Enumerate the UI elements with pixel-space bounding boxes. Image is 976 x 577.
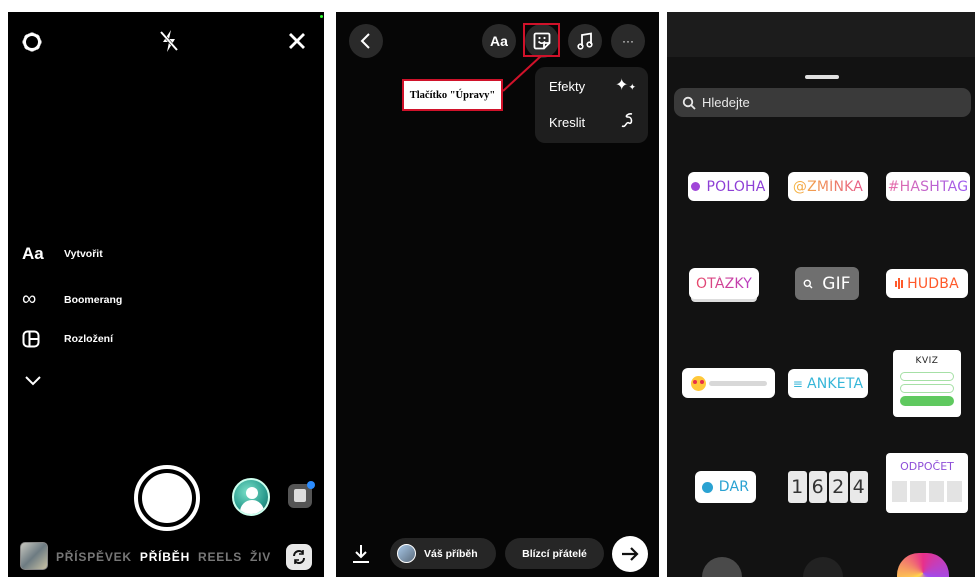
chevron-down-icon[interactable]	[24, 374, 42, 388]
next-button[interactable]	[612, 536, 648, 572]
sticker-hashtag[interactable]: #HASHTAG	[886, 172, 970, 201]
time-digit: 1	[788, 471, 807, 503]
menu-item-draw[interactable]: Kreslit	[549, 115, 585, 130]
text-aa-icon: Aa	[22, 244, 44, 263]
gallery-icon[interactable]	[288, 481, 315, 508]
shutter-button[interactable]	[134, 465, 200, 531]
sticker-mention[interactable]: @ZMÍNKA	[788, 172, 868, 201]
countdown-boxes	[892, 481, 962, 502]
annotation-label: Tlačítko "Úpravy"	[402, 79, 503, 111]
sticker-gif[interactable]: GIF	[795, 267, 859, 300]
sticker-label: ANKETA	[806, 375, 864, 392]
sticker-label: #HASHTAG	[887, 178, 969, 195]
sticker-questions[interactable]: OTÁZKY	[689, 268, 759, 299]
time-digit: 4	[849, 471, 868, 503]
sticker-label: POLOHA	[706, 178, 766, 195]
time-digit: 6	[808, 471, 827, 503]
camera-screen: Aa Vytvořit ∞ Boomerang Rozložení PŘÍSPĚ…	[8, 12, 324, 577]
close-icon[interactable]	[286, 30, 308, 52]
search-icon	[682, 96, 696, 110]
side-item-label: Boomerang	[64, 293, 123, 306]
sticker-label: OTÁZKY	[695, 275, 753, 292]
squiggle-icon	[620, 111, 636, 134]
sticker-poll[interactable]: ≡ ANKETA	[788, 369, 868, 398]
avatar[interactable]	[232, 478, 270, 516]
sticker-location[interactable]: POLOHA	[688, 172, 769, 201]
flip-camera-icon[interactable]	[286, 544, 312, 570]
side-item-label: Rozložení	[64, 333, 113, 345]
side-item-create[interactable]: Aa Vytvořit	[22, 244, 103, 264]
sticker-emoji-slider[interactable]	[682, 368, 775, 398]
profile-thumb	[397, 544, 416, 563]
quiz-option	[900, 384, 954, 393]
mode-live[interactable]: ŽIV	[250, 550, 271, 564]
download-icon[interactable]	[350, 542, 372, 566]
sticker-label: GIF	[822, 273, 851, 294]
sticker-camera-partial[interactable]	[702, 557, 742, 577]
sticker-music[interactable]: HUDBA	[886, 269, 968, 298]
sticker-label: KVIZ	[915, 356, 939, 366]
location-pin-icon	[691, 182, 701, 191]
sticker-photo-partial[interactable]	[803, 557, 843, 577]
quiz-option	[900, 372, 954, 381]
poll-lines-icon: ≡	[792, 376, 803, 391]
search-icon	[803, 279, 813, 288]
close-friends-label: Blízcí přátelé	[522, 547, 587, 560]
slider-track	[709, 380, 767, 386]
sticker-label: ODPOČET	[900, 460, 954, 473]
side-item-layout[interactable]: Rozložení	[22, 330, 113, 348]
sticker-countdown[interactable]: ODPOČET	[886, 453, 968, 513]
heart-eyes-emoji-icon	[691, 375, 706, 391]
time-digit: 2	[829, 471, 848, 503]
sticker-quiz[interactable]: KVIZ	[893, 350, 961, 417]
search-input[interactable]: Hledejte	[702, 95, 750, 110]
story-editor-screen: Aa ··· Tlačítko "Úpravy" Efekty ✦✦ Kresl…	[336, 12, 659, 577]
sparkles-icon: ✦✦	[615, 77, 636, 94]
audio-bars-icon	[895, 278, 904, 289]
side-item-label: Vytvořit	[64, 248, 103, 260]
boomerang-icon: ∞	[22, 288, 37, 310]
close-friends-button[interactable]: Blízcí přátelé	[505, 538, 604, 569]
donate-icon	[701, 481, 713, 493]
sticker-donate[interactable]: DAR	[695, 471, 756, 503]
sticker-label: DAR	[718, 479, 750, 495]
flash-off-icon[interactable]	[156, 28, 182, 54]
your-story-button[interactable]: Váš příběh	[390, 538, 496, 569]
sticker-label: HUDBA	[907, 275, 959, 292]
sticker-time[interactable]: 1 6 2 4	[788, 471, 868, 503]
sticker-avatar-partial[interactable]	[897, 553, 949, 577]
layout-icon	[22, 330, 52, 348]
mode-reels[interactable]: REELS	[198, 550, 242, 564]
sticker-label: @ZMÍNKA	[792, 178, 864, 195]
quiz-option-correct	[900, 396, 954, 406]
edit-menu: Efekty ✦✦ Kreslit	[535, 67, 648, 143]
sticker-search-bar[interactable]: Hledejte	[674, 88, 971, 117]
mode-selector[interactable]: PŘÍSPĚVEK PŘÍBĚH REELS ŽIV	[56, 550, 271, 564]
menu-item-effects[interactable]: Efekty	[549, 79, 585, 94]
sticker-tray: Hledejte POLOHA @ZMÍNKA #HASHTAG OTÁZKY …	[667, 12, 975, 577]
tray-grabber[interactable]	[805, 75, 839, 79]
mode-story[interactable]: PŘÍBĚH	[140, 550, 190, 564]
mode-post[interactable]: PŘÍSPĚVEK	[56, 550, 132, 564]
gallery-thumbnail[interactable]	[20, 542, 48, 570]
side-item-boomerang[interactable]: ∞ Boomerang	[22, 288, 122, 311]
arrow-right-icon	[622, 547, 639, 561]
status-dot	[320, 15, 323, 18]
your-story-label: Váš příběh	[424, 547, 478, 560]
tray-backdrop	[667, 12, 975, 57]
settings-gear-icon[interactable]	[20, 30, 44, 54]
